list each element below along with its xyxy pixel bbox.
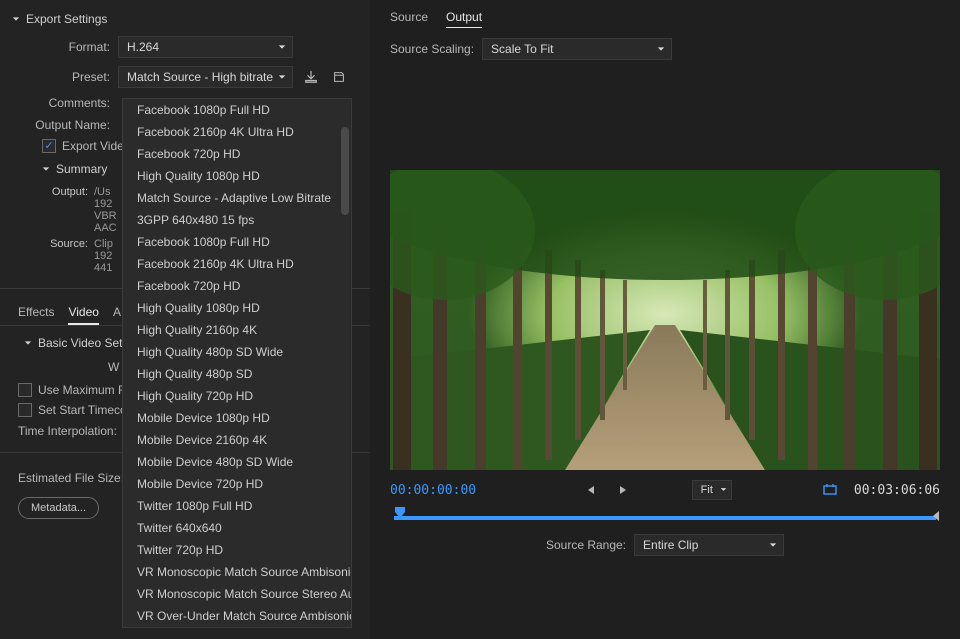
source-scaling-select[interactable]: Scale To Fit <box>482 38 672 60</box>
summary-source-key: Source: <box>42 238 88 274</box>
next-marker-icon[interactable] <box>614 480 634 500</box>
preset-option[interactable]: Mobile Device 1080p HD <box>123 407 351 429</box>
preset-option[interactable]: Twitter 1080p Full HD <box>123 495 351 517</box>
out-point-icon[interactable] <box>932 510 940 525</box>
zoom-fit-select[interactable]: Fit <box>692 480 732 500</box>
tab-video[interactable]: Video <box>68 299 98 325</box>
source-range-select[interactable]: Entire Clip <box>634 534 784 556</box>
export-video-checkbox[interactable] <box>42 139 56 153</box>
tab-source[interactable]: Source <box>390 6 428 28</box>
preset-option[interactable]: High Quality 480p SD Wide <box>123 341 351 363</box>
prev-marker-icon[interactable] <box>580 480 600 500</box>
estimated-file-size-label: Estimated File Size: <box>18 471 124 485</box>
summary-output-text: /Us 192 VBR AAC <box>94 186 117 234</box>
summary-source-text: Clip 192 441 <box>94 238 113 274</box>
tab-effects[interactable]: Effects <box>18 299 54 325</box>
preset-option[interactable]: VR Monoscopic Match Source Stereo Audio <box>123 583 351 605</box>
save-preset-icon[interactable] <box>301 67 321 87</box>
preset-option[interactable]: Facebook 720p HD <box>123 275 351 297</box>
preset-option[interactable]: Mobile Device 720p HD <box>123 473 351 495</box>
timecode-out: 00:03:06:06 <box>854 483 940 498</box>
tab-output[interactable]: Output <box>446 6 482 28</box>
comments-label: Comments: <box>0 96 110 110</box>
preset-option[interactable]: VR Over-Under Match Source Ambisonics <box>123 605 351 627</box>
preset-option[interactable]: Facebook 1080p Full HD <box>123 231 351 253</box>
source-range-label: Source Range: <box>546 538 626 552</box>
time-interpolation-label: Time Interpolation: <box>18 424 117 438</box>
playhead-icon[interactable] <box>394 506 406 525</box>
preset-option[interactable]: Facebook 1080p Full HD <box>123 99 351 121</box>
preset-value: Match Source - High bitrate <box>127 70 273 84</box>
crop-icon[interactable] <box>820 480 840 500</box>
preset-dropdown[interactable]: Facebook 1080p Full HDFacebook 2160p 4K … <box>122 98 352 628</box>
preset-option[interactable]: 3GPP 640x480 15 fps <box>123 209 351 231</box>
export-settings-label: Export Settings <box>26 12 107 26</box>
source-scaling-label: Source Scaling: <box>390 42 474 56</box>
preset-option[interactable]: Mobile Device 480p SD Wide <box>123 451 351 473</box>
format-value: H.264 <box>127 40 159 54</box>
preset-option[interactable]: High Quality 1080p HD <box>123 165 351 187</box>
preset-option[interactable]: Facebook 2160p 4K Ultra HD <box>123 121 351 143</box>
preset-option[interactable]: High Quality 480p SD <box>123 363 351 385</box>
timeline[interactable] <box>390 506 940 526</box>
preview-image <box>390 170 940 470</box>
timecode-in[interactable]: 00:00:00:00 <box>390 483 476 498</box>
scrollbar[interactable] <box>341 99 349 627</box>
preset-option[interactable]: Facebook 720p HD <box>123 143 351 165</box>
chevron-down-icon <box>278 40 286 54</box>
scrollbar-thumb[interactable] <box>341 127 349 215</box>
preset-option[interactable]: Match Source - Adaptive Low Bitrate <box>123 187 351 209</box>
preset-option[interactable]: Twitter 720p HD <box>123 539 351 561</box>
format-select[interactable]: H.264 <box>118 36 293 58</box>
export-video-label: Export Video <box>62 139 131 153</box>
chevron-down-icon <box>720 484 727 496</box>
preset-label: Preset: <box>0 70 110 84</box>
summary-output-key: Output: <box>42 186 88 234</box>
summary-label: Summary <box>56 162 107 176</box>
preset-option[interactable]: Mobile Device 2160p 4K <box>123 429 351 451</box>
output-name-label: Output Name: <box>0 118 110 132</box>
source-scaling-value: Scale To Fit <box>491 42 553 56</box>
preset-option[interactable]: High Quality 2160p 4K <box>123 319 351 341</box>
preset-option[interactable]: Facebook 2160p 4K Ultra HD <box>123 253 351 275</box>
metadata-button[interactable]: Metadata... <box>18 497 99 519</box>
basic-video-label: Basic Video Setti <box>38 336 129 350</box>
source-range-value: Entire Clip <box>643 538 698 552</box>
set-start-timecode-checkbox[interactable] <box>18 403 32 417</box>
chevron-down-icon <box>278 70 286 84</box>
tab-audio[interactable]: A <box>113 299 121 325</box>
use-max-render-checkbox[interactable] <box>18 383 32 397</box>
chevron-down-icon <box>769 538 777 552</box>
preset-option[interactable]: VR Monoscopic Match Source Ambisonics <box>123 561 351 583</box>
timeline-track[interactable] <box>394 516 936 520</box>
zoom-fit-value: Fit <box>701 484 713 496</box>
preset-option[interactable]: High Quality 720p HD <box>123 385 351 407</box>
import-preset-icon[interactable] <box>329 67 349 87</box>
format-label: Format: <box>0 40 110 54</box>
chevron-down-icon <box>657 42 665 56</box>
export-settings-header[interactable]: Export Settings <box>0 6 370 32</box>
preset-option[interactable]: High Quality 1080p HD <box>123 297 351 319</box>
chevron-down-icon <box>24 339 32 347</box>
preview-area <box>390 170 940 470</box>
chevron-down-icon <box>42 165 50 173</box>
preset-option[interactable]: Twitter 640x640 <box>123 517 351 539</box>
preset-select[interactable]: Match Source - High bitrate <box>118 66 293 88</box>
chevron-down-icon <box>12 15 20 23</box>
